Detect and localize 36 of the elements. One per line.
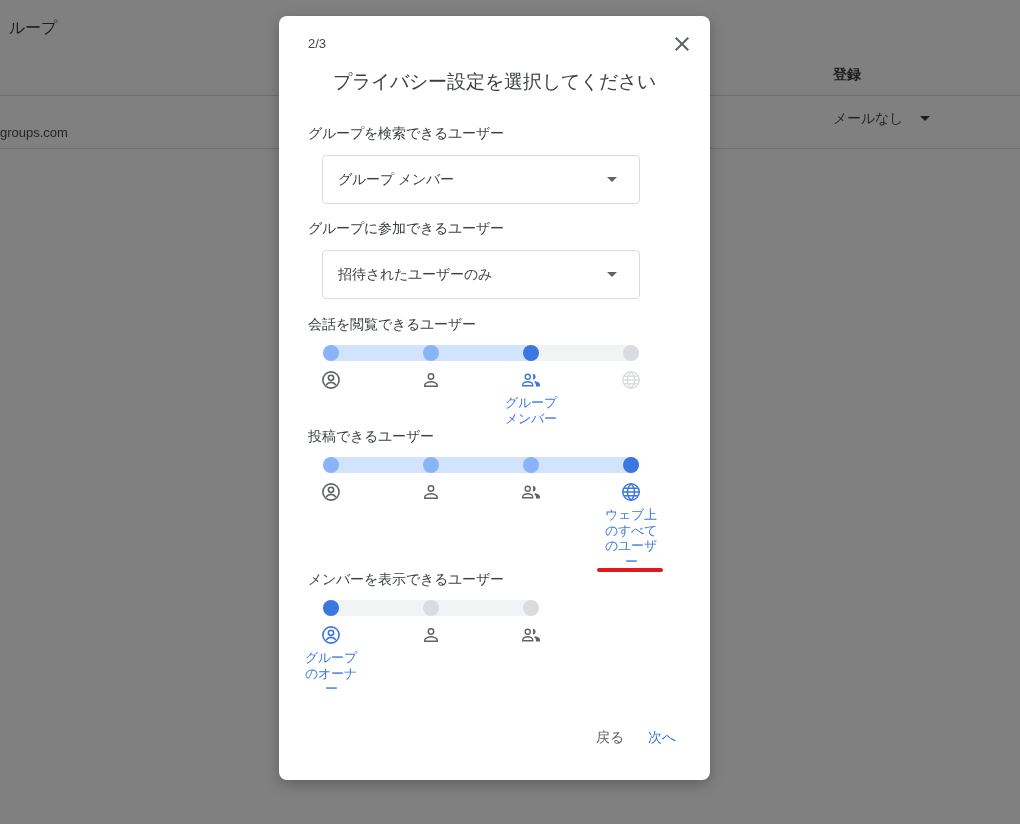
caret-icon (607, 272, 617, 277)
slider-stop[interactable] (523, 345, 539, 361)
slider-track[interactable] (323, 457, 639, 473)
subscription-dropdown[interactable]: メールなし (833, 109, 930, 127)
option-label: グループのオーナー (304, 650, 359, 697)
table-cell: groups.com (0, 124, 68, 142)
slider-stop[interactable] (423, 600, 439, 616)
slider-stop[interactable] (323, 457, 339, 473)
slider-stop[interactable] (523, 457, 539, 473)
option-label: グループメンバー (504, 395, 559, 426)
close-button[interactable] (675, 37, 689, 51)
page-title: ループ (9, 18, 57, 38)
slider-stop[interactable] (323, 345, 339, 361)
caret-icon (920, 115, 930, 121)
select-field[interactable]: グループ メンバー (322, 155, 640, 204)
field-label: 会話を閲覧できるユーザー (308, 315, 476, 334)
back-button[interactable]: 戻る (588, 720, 632, 756)
step-counter: 2/3 (308, 35, 327, 53)
select-field[interactable]: 招待されたユーザーのみ (322, 250, 640, 299)
slider-stop[interactable] (423, 345, 439, 361)
field-label: メンバーを表示できるユーザー (308, 570, 504, 589)
slider-stop[interactable] (623, 457, 639, 473)
slider-stop[interactable] (523, 600, 539, 616)
field-label: グループを検索できるユーザー (308, 124, 504, 143)
field-label: グループに参加できるユーザー (308, 219, 504, 238)
option-label: ウェブ上のすべてのユーザー (604, 507, 658, 569)
field-label: 投稿できるユーザー (308, 427, 434, 446)
slider-track[interactable] (323, 600, 539, 616)
next-button[interactable]: 次へ (640, 720, 684, 756)
caret-icon (607, 177, 617, 182)
slider-stop[interactable] (423, 457, 439, 473)
column-header: 登録 (833, 65, 861, 84)
slider-stop[interactable] (323, 600, 339, 616)
dialog-title: プライバシー設定を選択してください (333, 70, 656, 94)
slider-track[interactable] (323, 345, 639, 361)
close-icon (675, 37, 689, 51)
